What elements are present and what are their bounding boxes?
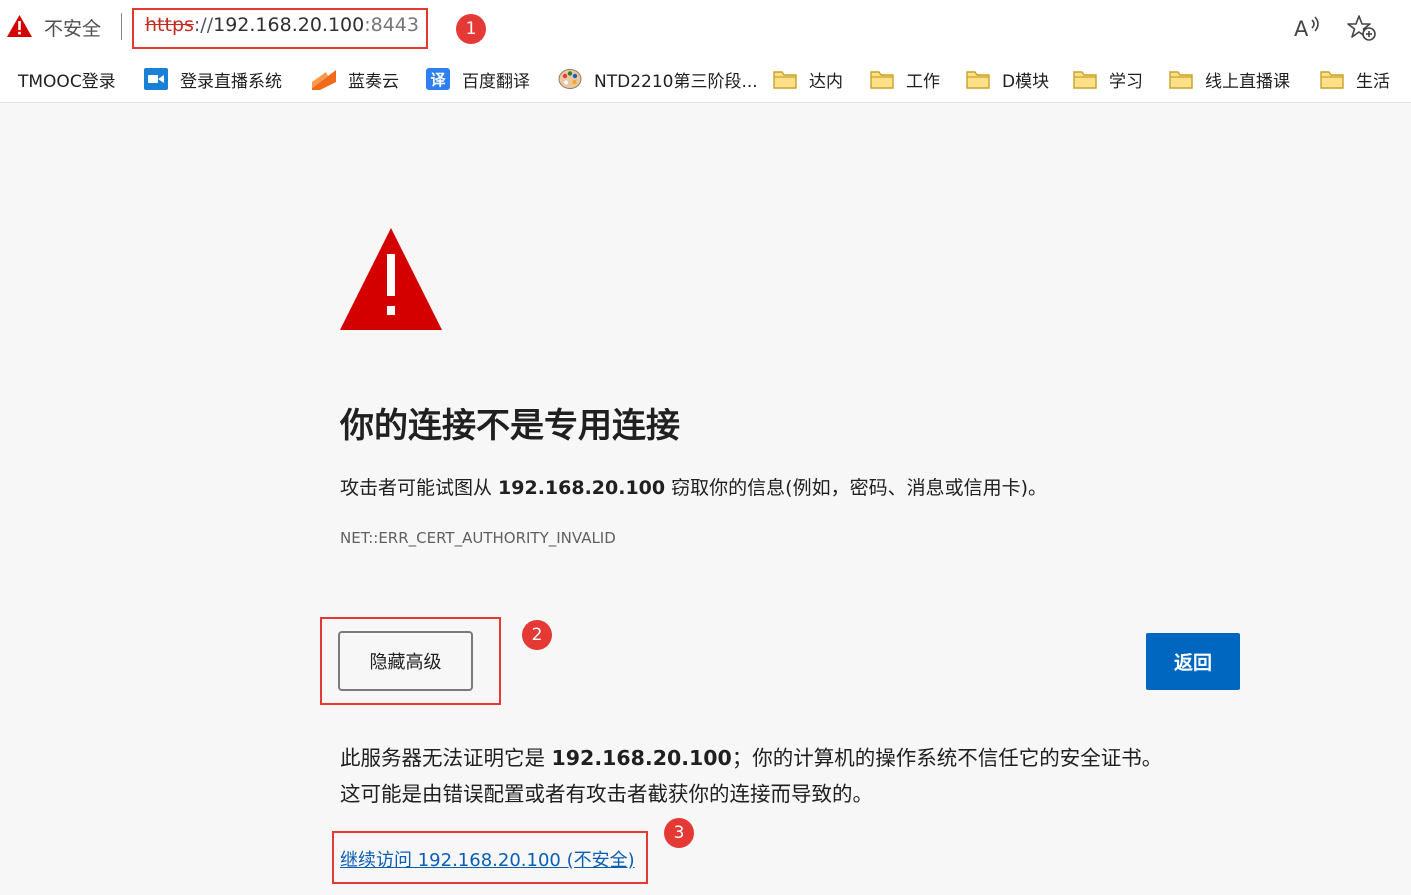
bookmark-folder-study[interactable]: 学习 <box>1073 56 1143 102</box>
bookmark-label: 登录直播系统 <box>180 71 282 92</box>
bookmark-label: 线上直播课 <box>1205 71 1290 92</box>
security-status-label[interactable]: 不安全 <box>44 14 101 41</box>
detail-line-1: 此服务器无法证明它是 192.168.20.100；你的计算机的操作系统不信任它… <box>340 740 1162 776</box>
annotation-marker-2: 2 <box>522 620 552 650</box>
annotation-box-2 <box>320 617 501 705</box>
bookmark-label: 蓝奏云 <box>348 71 399 92</box>
detail-host: 192.168.20.100 <box>551 746 732 770</box>
warning-description: 攻击者可能试图从 192.168.20.100 窃取你的信息(例如，密码、消息或… <box>340 473 1047 500</box>
detail-text-before: 此服务器无法证明它是 <box>340 746 552 770</box>
bookmark-lanzou[interactable]: 蓝奏云 <box>312 56 399 102</box>
translate-icon: 译 <box>426 68 450 90</box>
bookmark-label: D模块 <box>1002 71 1050 92</box>
bookmarks-bar: TMOOC登录 登录直播系统 蓝奏云 译 百度翻译 NTD2210第三阶段...… <box>0 56 1411 103</box>
video-camera-icon <box>144 68 168 90</box>
bookmark-tmooc[interactable]: TMOOC登录 <box>18 56 116 102</box>
bookmark-folder-d-module[interactable]: D模块 <box>966 56 1049 102</box>
bookmark-label: 工作 <box>906 71 940 92</box>
read-aloud-icon[interactable]: A <box>1294 14 1322 40</box>
add-favorite-icon[interactable] <box>1347 14 1377 42</box>
bookmark-baidu-translate[interactable]: 译 百度翻译 <box>426 56 530 102</box>
folder-icon <box>1320 71 1344 89</box>
back-button[interactable]: 返回 <box>1146 633 1240 690</box>
bookmark-folder-danei[interactable]: 达内 <box>773 56 843 102</box>
bookmark-folder-online-class[interactable]: 线上直播课 <box>1169 56 1290 102</box>
bookmark-label: 达内 <box>809 71 843 92</box>
bookmark-folder-life[interactable]: 生活 <box>1320 56 1390 102</box>
desc-text-before: 攻击者可能试图从 <box>340 477 499 499</box>
desc-text-after: 窃取你的信息(例如，密码、消息或信用卡)。 <box>665 477 1047 499</box>
detail-text-after: ；你的计算机的操作系统不信任它的安全证书。 <box>731 746 1163 770</box>
folder-icon <box>1073 71 1097 89</box>
address-bar-divider <box>121 13 122 40</box>
error-code: NET::ERR_CERT_AUTHORITY_INVALID <box>340 529 616 547</box>
large-warning-icon <box>340 228 442 330</box>
bookmark-live-system[interactable]: 登录直播系统 <box>144 56 282 102</box>
svg-text:A: A <box>1294 17 1309 40</box>
folder-icon <box>1169 71 1193 89</box>
bookmark-label: 学习 <box>1109 71 1143 92</box>
svg-text:译: 译 <box>430 71 446 89</box>
annotation-box-1 <box>132 8 428 49</box>
bookmark-label: TMOOC登录 <box>18 71 116 92</box>
bookmark-label: NTD2210第三阶段... <box>594 71 758 92</box>
lanzou-icon <box>312 70 336 90</box>
annotation-marker-1: 1 <box>456 14 486 44</box>
warning-triangle-icon[interactable] <box>7 15 32 37</box>
bookmark-label: 百度翻译 <box>462 71 530 92</box>
detail-line-2: 这可能是由错误配置或者有攻击者截获你的连接而导致的。 <box>340 782 873 806</box>
bookmark-folder-work[interactable]: 工作 <box>870 56 940 102</box>
annotation-marker-3: 3 <box>664 818 694 848</box>
folder-icon <box>966 71 990 89</box>
desc-host: 192.168.20.100 <box>498 477 666 499</box>
advanced-details: 此服务器无法证明它是 192.168.20.100；你的计算机的操作系统不信任它… <box>340 740 1162 812</box>
bookmark-ntd2210[interactable]: NTD2210第三阶段... <box>558 56 758 102</box>
annotation-box-3 <box>332 831 648 884</box>
folder-icon <box>773 71 797 89</box>
page-title: 你的连接不是专用连接 <box>340 406 680 446</box>
palette-icon <box>558 69 582 89</box>
bookmark-label: 生活 <box>1356 71 1390 92</box>
folder-icon <box>870 71 894 89</box>
